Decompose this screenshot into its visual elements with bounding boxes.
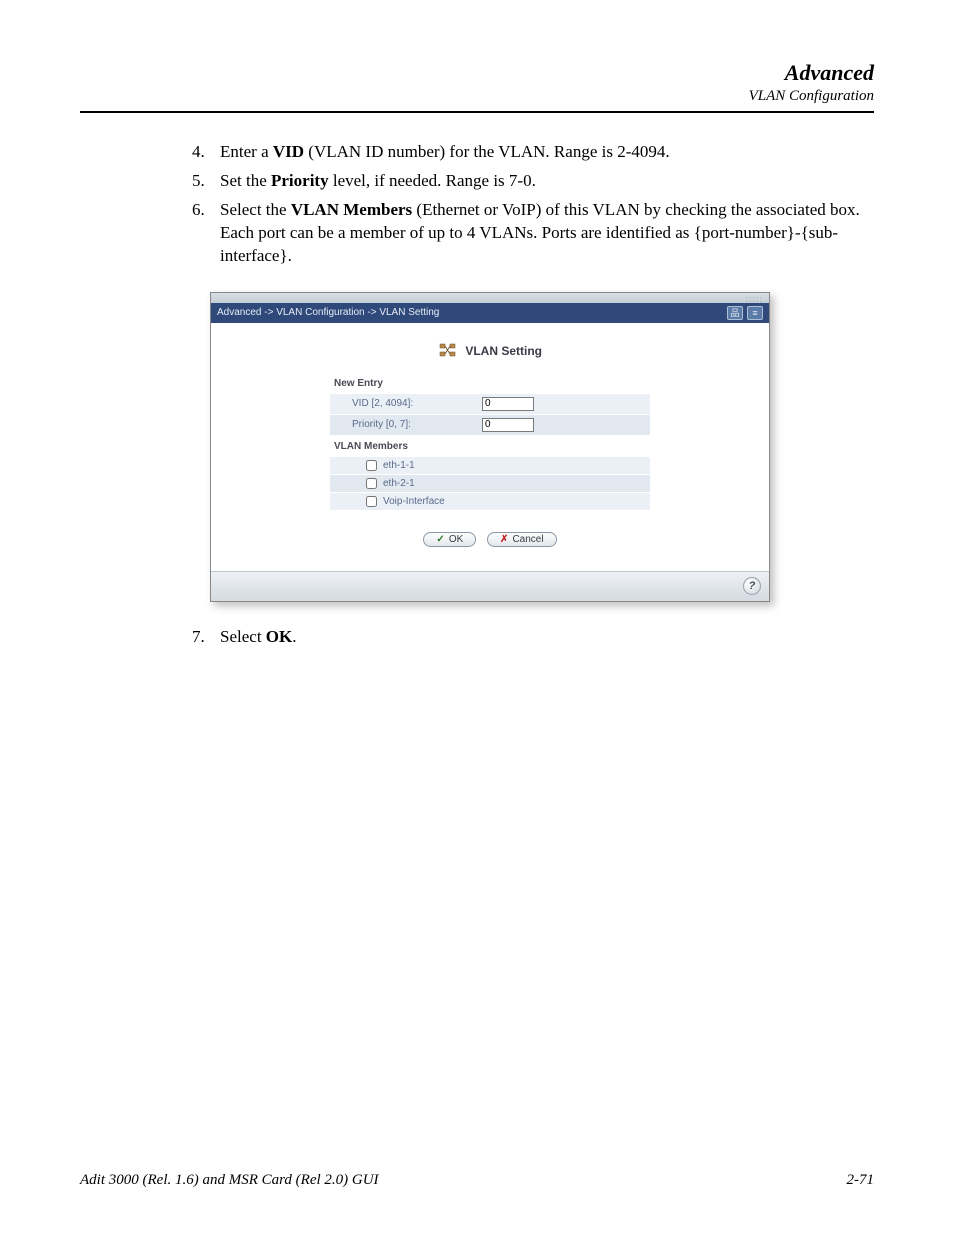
priority-label: Priority [0, 7]: bbox=[352, 419, 482, 430]
window-titlebar: ::::: bbox=[211, 293, 769, 303]
vid-input[interactable] bbox=[482, 397, 534, 411]
member-checkbox[interactable] bbox=[366, 478, 377, 489]
member-row-voip: Voip-Interface bbox=[330, 492, 650, 510]
step-number: 4. bbox=[192, 141, 220, 164]
step-text: Select OK. bbox=[220, 626, 864, 649]
network-icon bbox=[438, 343, 458, 357]
step-text: Set the Priority level, if needed. Range… bbox=[220, 170, 864, 193]
step-number: 7. bbox=[192, 626, 220, 649]
cancel-button[interactable]: ✗ Cancel bbox=[487, 532, 557, 547]
member-label: eth-1-1 bbox=[383, 460, 415, 471]
panel-title: VLAN Setting bbox=[221, 343, 759, 358]
step-6: 6. Select the VLAN Members (Ethernet or … bbox=[192, 199, 864, 268]
priority-row: Priority [0, 7]: bbox=[330, 414, 650, 435]
panel-footer: ? bbox=[211, 571, 769, 601]
window-grips-icon: ::::: bbox=[745, 294, 763, 304]
ok-button[interactable]: ✓ OK bbox=[423, 532, 476, 547]
breadcrumb-text: Advanced -> VLAN Configuration -> VLAN S… bbox=[217, 307, 439, 318]
member-label: eth-2-1 bbox=[383, 478, 415, 489]
step-5: 5. Set the Priority level, if needed. Ra… bbox=[192, 170, 864, 193]
footer-page-number: 2-71 bbox=[847, 1172, 875, 1189]
member-row-eth-2-1: eth-2-1 bbox=[330, 474, 650, 492]
footer-left: Adit 3000 (Rel. 1.6) and MSR Card (Rel 2… bbox=[80, 1172, 379, 1189]
breadcrumb-bar: Advanced -> VLAN Configuration -> VLAN S… bbox=[211, 303, 769, 323]
help-icon[interactable]: ? bbox=[743, 577, 761, 595]
header-rule bbox=[80, 111, 874, 113]
instruction-list: 4. Enter a VID (VLAN ID number) for the … bbox=[192, 141, 864, 268]
step-4: 4. Enter a VID (VLAN ID number) for the … bbox=[192, 141, 864, 164]
vid-label: VID [2, 4094]: bbox=[352, 398, 482, 409]
new-entry-group-label: New Entry bbox=[330, 372, 650, 393]
sitemap-icon[interactable]: 品 bbox=[727, 306, 743, 320]
step-number: 6. bbox=[192, 199, 220, 268]
list-icon[interactable]: ≡ bbox=[747, 306, 763, 320]
step-text: Select the VLAN Members (Ethernet or VoI… bbox=[220, 199, 864, 268]
member-label: Voip-Interface bbox=[383, 496, 445, 507]
step-7: 7. Select OK. bbox=[192, 626, 864, 649]
member-checkbox[interactable] bbox=[366, 460, 377, 471]
check-icon: ✓ bbox=[436, 534, 444, 545]
step-text: Enter a VID (VLAN ID number) for the VLA… bbox=[220, 141, 864, 164]
vlan-members-group-label: VLAN Members bbox=[330, 435, 650, 456]
member-row-eth-1-1: eth-1-1 bbox=[330, 456, 650, 474]
vid-row: VID [2, 4094]: bbox=[330, 393, 650, 414]
priority-input[interactable] bbox=[482, 418, 534, 432]
member-checkbox[interactable] bbox=[366, 496, 377, 507]
x-icon: ✗ bbox=[500, 534, 508, 545]
vlan-setting-screenshot: ::::: Advanced -> VLAN Configuration -> … bbox=[210, 292, 770, 602]
page-section-title: Advanced bbox=[80, 60, 874, 86]
step-number: 5. bbox=[192, 170, 220, 193]
page-section-subtitle: VLAN Configuration bbox=[80, 88, 874, 105]
